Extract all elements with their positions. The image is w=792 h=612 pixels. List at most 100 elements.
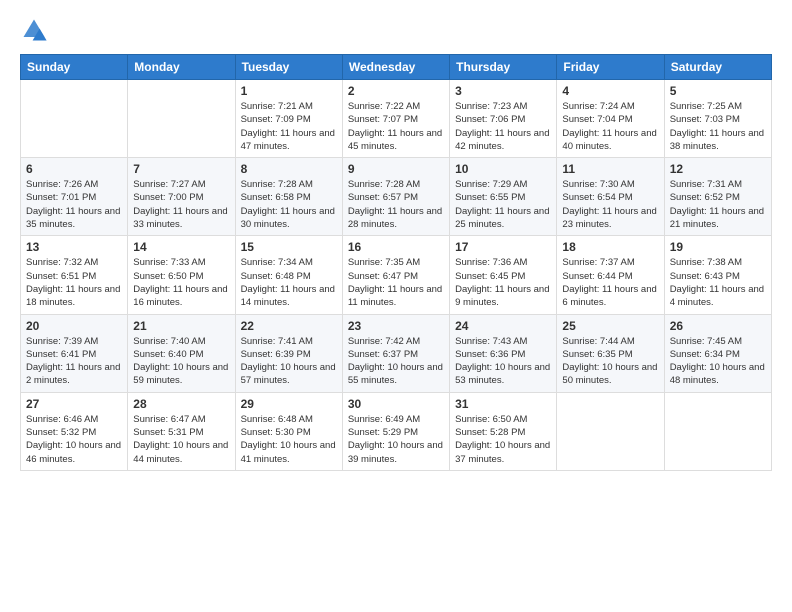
day-number: 22 (241, 319, 337, 333)
day-number: 6 (26, 162, 122, 176)
calendar-cell: 11 Sunrise: 7:30 AM Sunset: 6:54 PM Dayli… (557, 158, 664, 236)
calendar-cell: 20 Sunrise: 7:39 AM Sunset: 6:41 PM Dayli… (21, 314, 128, 392)
logo-icon (20, 16, 48, 44)
calendar-cell: 13 Sunrise: 7:32 AM Sunset: 6:51 PM Dayli… (21, 236, 128, 314)
day-number: 29 (241, 397, 337, 411)
day-number: 20 (26, 319, 122, 333)
calendar-cell: 4 Sunrise: 7:24 AM Sunset: 7:04 PM Daylig… (557, 80, 664, 158)
day-number: 11 (562, 162, 658, 176)
day-number: 21 (133, 319, 229, 333)
day-number: 18 (562, 240, 658, 254)
calendar-cell: 3Sunrise: 7:23 AM Sunset: 7:06 PM Daylig… (450, 80, 557, 158)
day-info: Sunrise: 7:45 AM Sunset: 6:34 PM Dayligh… (670, 335, 766, 388)
day-number: 14 (133, 240, 229, 254)
day-info: Sunrise: 7:27 AM Sunset: 7:00 PM Dayligh… (133, 178, 229, 231)
day-info: Sunrise: 7:21 AM Sunset: 7:09 PM Dayligh… (241, 100, 337, 153)
day-info: Sunrise: 6:49 AM Sunset: 5:29 PM Dayligh… (348, 413, 444, 466)
day-info: Sunrise: 7:22 AM Sunset: 7:07 PM Dayligh… (348, 100, 444, 153)
day-number: 15 (241, 240, 337, 254)
day-info: Sunrise: 7:40 AM Sunset: 6:40 PM Dayligh… (133, 335, 229, 388)
weekday-header-sunday: Sunday (21, 55, 128, 80)
calendar-week-row: 20 Sunrise: 7:39 AM Sunset: 6:41 PM Dayli… (21, 314, 772, 392)
calendar-cell: 24Sunrise: 7:43 AM Sunset: 6:36 PM Dayli… (450, 314, 557, 392)
day-info: Sunrise: 7:26 AM Sunset: 7:01 PM Dayligh… (26, 178, 122, 231)
calendar-cell: 18 Sunrise: 7:37 AM Sunset: 6:44 PM Dayli… (557, 236, 664, 314)
logo (20, 16, 52, 44)
day-info: Sunrise: 7:41 AM Sunset: 6:39 PM Dayligh… (241, 335, 337, 388)
calendar-cell (664, 392, 771, 470)
day-info: Sunrise: 7:24 AM Sunset: 7:04 PM Dayligh… (562, 100, 658, 153)
calendar-cell: 31 Sunrise: 6:50 AM Sunset: 5:28 PM Dayli… (450, 392, 557, 470)
day-info: Sunrise: 7:44 AM Sunset: 6:35 PM Dayligh… (562, 335, 658, 388)
day-info: Sunrise: 7:31 AM Sunset: 6:52 PM Dayligh… (670, 178, 766, 231)
calendar-cell (21, 80, 128, 158)
day-info: Sunrise: 7:39 AM Sunset: 6:41 PM Dayligh… (26, 335, 122, 388)
calendar-cell: 15 Sunrise: 7:34 AM Sunset: 6:48 PM Dayli… (235, 236, 342, 314)
day-info: Sunrise: 7:28 AM Sunset: 6:58 PM Dayligh… (241, 178, 337, 231)
calendar-cell: 12 Sunrise: 7:31 AM Sunset: 6:52 PM Dayli… (664, 158, 771, 236)
calendar-cell: 29 Sunrise: 6:48 AM Sunset: 5:30 PM Dayli… (235, 392, 342, 470)
day-number: 26 (670, 319, 766, 333)
weekday-header-friday: Friday (557, 55, 664, 80)
day-number: 5 (670, 84, 766, 98)
day-number: 8 (241, 162, 337, 176)
calendar-cell: 1 Sunrise: 7:21 AM Sunset: 7:09 PM Daylig… (235, 80, 342, 158)
calendar-cell: 28 Sunrise: 6:47 AM Sunset: 5:31 PM Dayli… (128, 392, 235, 470)
calendar-cell: 21 Sunrise: 7:40 AM Sunset: 6:40 PM Dayli… (128, 314, 235, 392)
day-info: Sunrise: 6:50 AM Sunset: 5:28 PM Dayligh… (455, 413, 551, 466)
day-info: Sunrise: 7:37 AM Sunset: 6:44 PM Dayligh… (562, 256, 658, 309)
weekday-header-wednesday: Wednesday (342, 55, 449, 80)
day-info: Sunrise: 6:46 AM Sunset: 5:32 PM Dayligh… (26, 413, 122, 466)
calendar-header-row: SundayMondayTuesdayWednesdayThursdayFrid… (21, 55, 772, 80)
day-number: 4 (562, 84, 658, 98)
calendar-cell: 26 Sunrise: 7:45 AM Sunset: 6:34 PM Dayli… (664, 314, 771, 392)
day-info: Sunrise: 7:25 AM Sunset: 7:03 PM Dayligh… (670, 100, 766, 153)
calendar-cell: 23Sunrise: 7:42 AM Sunset: 6:37 PM Dayli… (342, 314, 449, 392)
day-info: Sunrise: 7:42 AM Sunset: 6:37 PM Dayligh… (348, 335, 444, 388)
day-number: 30 (348, 397, 444, 411)
calendar-cell: 19Sunrise: 7:38 AM Sunset: 6:43 PM Dayli… (664, 236, 771, 314)
calendar-cell: 9Sunrise: 7:28 AM Sunset: 6:57 PM Daylig… (342, 158, 449, 236)
calendar-cell: 27 Sunrise: 6:46 AM Sunset: 5:32 PM Dayli… (21, 392, 128, 470)
day-number: 24 (455, 319, 551, 333)
calendar-cell: 5 Sunrise: 7:25 AM Sunset: 7:03 PM Daylig… (664, 80, 771, 158)
day-number: 1 (241, 84, 337, 98)
calendar-table: SundayMondayTuesdayWednesdayThursdayFrid… (20, 54, 772, 471)
day-number: 10 (455, 162, 551, 176)
day-info: Sunrise: 7:30 AM Sunset: 6:54 PM Dayligh… (562, 178, 658, 231)
day-number: 3 (455, 84, 551, 98)
day-info: Sunrise: 7:33 AM Sunset: 6:50 PM Dayligh… (133, 256, 229, 309)
calendar-cell: 10Sunrise: 7:29 AM Sunset: 6:55 PM Dayli… (450, 158, 557, 236)
calendar-week-row: 27 Sunrise: 6:46 AM Sunset: 5:32 PM Dayli… (21, 392, 772, 470)
calendar-cell: 22 Sunrise: 7:41 AM Sunset: 6:39 PM Dayli… (235, 314, 342, 392)
calendar-week-row: 13 Sunrise: 7:32 AM Sunset: 6:51 PM Dayli… (21, 236, 772, 314)
day-number: 12 (670, 162, 766, 176)
calendar-cell (128, 80, 235, 158)
day-number: 2 (348, 84, 444, 98)
day-number: 31 (455, 397, 551, 411)
day-info: Sunrise: 7:32 AM Sunset: 6:51 PM Dayligh… (26, 256, 122, 309)
day-info: Sunrise: 6:48 AM Sunset: 5:30 PM Dayligh… (241, 413, 337, 466)
calendar-week-row: 1 Sunrise: 7:21 AM Sunset: 7:09 PM Daylig… (21, 80, 772, 158)
day-info: Sunrise: 7:34 AM Sunset: 6:48 PM Dayligh… (241, 256, 337, 309)
calendar-cell: 7 Sunrise: 7:27 AM Sunset: 7:00 PM Daylig… (128, 158, 235, 236)
calendar-cell (557, 392, 664, 470)
day-info: Sunrise: 7:28 AM Sunset: 6:57 PM Dayligh… (348, 178, 444, 231)
calendar-cell: 6 Sunrise: 7:26 AM Sunset: 7:01 PM Daylig… (21, 158, 128, 236)
day-info: Sunrise: 7:38 AM Sunset: 6:43 PM Dayligh… (670, 256, 766, 309)
day-number: 16 (348, 240, 444, 254)
page-header (20, 16, 772, 44)
day-info: Sunrise: 6:47 AM Sunset: 5:31 PM Dayligh… (133, 413, 229, 466)
calendar-cell: 17Sunrise: 7:36 AM Sunset: 6:45 PM Dayli… (450, 236, 557, 314)
day-number: 27 (26, 397, 122, 411)
day-number: 13 (26, 240, 122, 254)
day-number: 7 (133, 162, 229, 176)
calendar-cell: 30 Sunrise: 6:49 AM Sunset: 5:29 PM Dayli… (342, 392, 449, 470)
day-number: 28 (133, 397, 229, 411)
day-number: 25 (562, 319, 658, 333)
day-info: Sunrise: 7:35 AM Sunset: 6:47 PM Dayligh… (348, 256, 444, 309)
day-number: 17 (455, 240, 551, 254)
weekday-header-saturday: Saturday (664, 55, 771, 80)
weekday-header-monday: Monday (128, 55, 235, 80)
calendar-week-row: 6 Sunrise: 7:26 AM Sunset: 7:01 PM Daylig… (21, 158, 772, 236)
